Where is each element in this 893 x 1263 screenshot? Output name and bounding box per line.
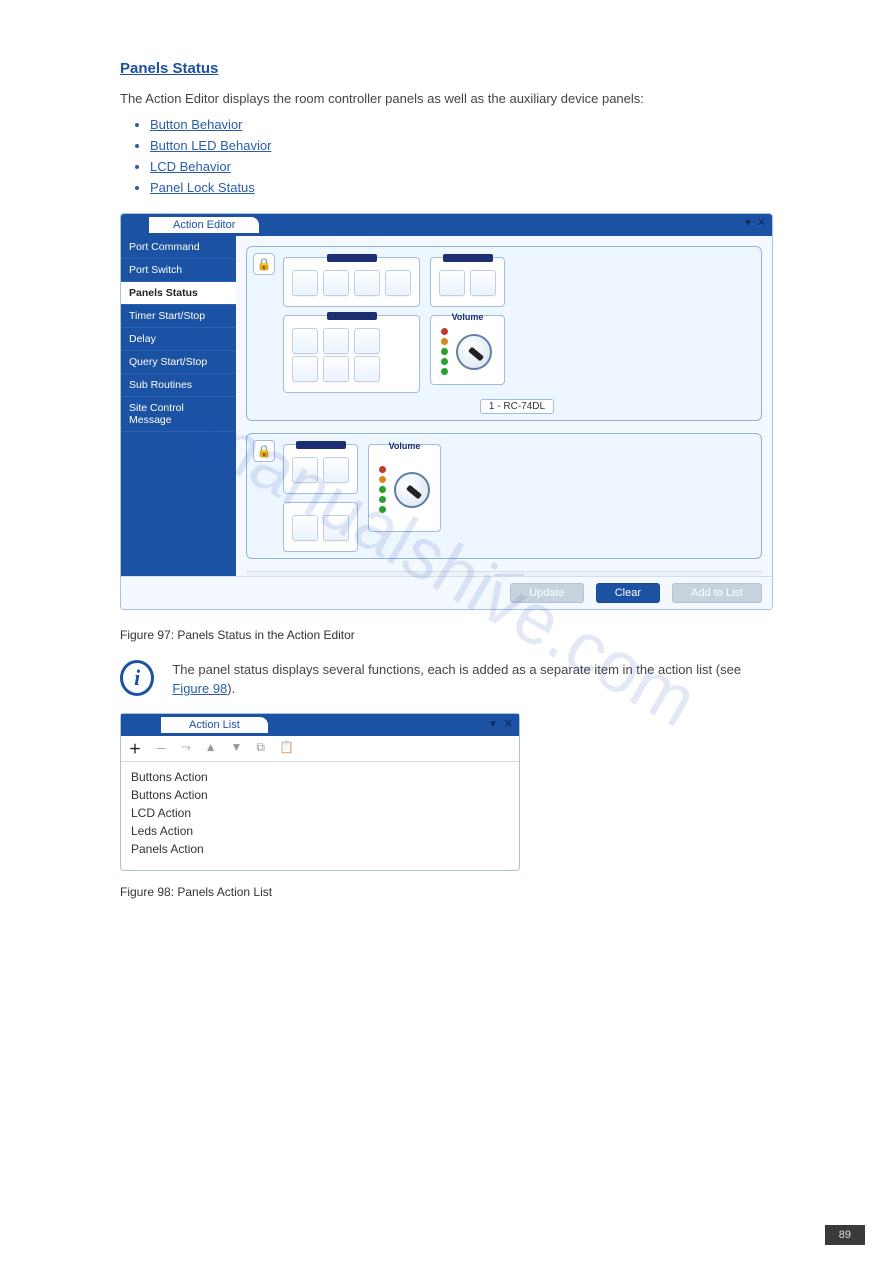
figure-98-caption: Figure 98: Panels Action List — [120, 885, 773, 899]
sidebar-item-subroutines[interactable]: Sub Routines — [121, 374, 236, 397]
info-note-text: The panel status displays several functi… — [172, 662, 741, 677]
action-editor-tab: Action Editor — [149, 217, 259, 233]
section-heading: Panels Status — [120, 60, 773, 77]
page-number: 89 — [825, 1225, 865, 1245]
info-note-tail: ). — [227, 681, 235, 696]
panel-button[interactable] — [354, 328, 380, 354]
panel-button[interactable] — [323, 457, 349, 483]
panel-button[interactable] — [292, 515, 318, 541]
sidebar-item-delay[interactable]: Delay — [121, 328, 236, 351]
button-group-e — [283, 502, 358, 552]
device-1-frame: 🔒 — [246, 246, 762, 421]
led-orange-icon — [441, 338, 448, 345]
action-list-toolbar: ＋ － ⤳ ▲ ▼ ⧉ 📋 — [121, 736, 519, 762]
scroll-right-icon[interactable]: ▸ — [748, 573, 760, 576]
figure-98-link[interactable]: Figure 98 — [172, 681, 227, 696]
copy-icon[interactable]: ⧉ — [256, 740, 265, 757]
link-panel-lock-status[interactable]: Panel Lock Status — [150, 180, 773, 195]
device-2-frame: 🔒 — [246, 433, 762, 559]
intro-text: The Action Editor displays the room cont… — [120, 89, 773, 109]
action-list-window: Action List ▾ ✕ ＋ － ⤳ ▲ ▼ ⧉ 📋 Buttons Ac… — [120, 713, 520, 871]
button-group-c — [430, 257, 505, 307]
volume-panel-2: Volume — [368, 444, 441, 532]
button-group-a — [283, 257, 420, 307]
scroll-left-icon[interactable]: ◂ — [248, 573, 260, 576]
sidebar-item-timer[interactable]: Timer Start/Stop — [121, 305, 236, 328]
panel-button[interactable] — [292, 328, 318, 354]
volume-panel: Volume — [430, 315, 505, 385]
action-editor-titlebar: Action Editor ▾ ✕ — [121, 214, 772, 236]
led-green-icon — [379, 506, 386, 513]
link-button-led-behavior[interactable]: Button LED Behavior — [150, 138, 773, 153]
led-green-icon — [441, 368, 448, 375]
link-button-behavior[interactable]: Button Behavior — [150, 117, 773, 132]
panel-button[interactable] — [439, 270, 465, 296]
update-button[interactable]: Update — [510, 583, 583, 603]
panel-button[interactable] — [292, 270, 318, 296]
panel-button[interactable] — [354, 356, 380, 382]
add-to-list-button[interactable]: Add to List — [672, 583, 762, 603]
lock-icon[interactable]: 🔒 — [253, 253, 275, 275]
link-lcd-behavior[interactable]: LCD Behavior — [150, 159, 773, 174]
list-item[interactable]: Buttons Action — [131, 768, 509, 786]
led-green-icon — [379, 496, 386, 503]
button-group-b — [283, 315, 420, 393]
action-list-tab: Action List — [161, 717, 268, 733]
editor-button-row: Update Clear Add to List — [121, 576, 772, 609]
button-group-d — [283, 444, 358, 494]
remove-icon[interactable]: － — [155, 740, 167, 757]
list-item[interactable]: Buttons Action — [131, 786, 509, 804]
paste-icon[interactable]: 📋 — [279, 740, 294, 757]
action-list-body: Buttons Action Buttons Action LCD Action… — [121, 762, 519, 870]
close-icon[interactable]: ✕ — [757, 216, 766, 229]
list-item[interactable]: LCD Action — [131, 804, 509, 822]
list-item[interactable]: Leds Action — [131, 822, 509, 840]
horizontal-scrollbar[interactable]: ◂ ▸ — [246, 571, 762, 576]
panel-button[interactable] — [323, 270, 349, 296]
sidebar-item-panels-status[interactable]: Panels Status — [121, 282, 236, 305]
scroll-thumb[interactable] — [494, 574, 524, 576]
panel-button[interactable] — [354, 270, 380, 296]
info-note-row: i The panel status displays several func… — [120, 660, 773, 699]
volume-knob[interactable] — [456, 334, 492, 370]
panel-button[interactable] — [470, 270, 496, 296]
panel-button[interactable] — [323, 515, 349, 541]
action-editor-sidebar: Port Command Port Switch Panels Status T… — [121, 236, 236, 576]
sidebar-item-port-command[interactable]: Port Command — [121, 236, 236, 259]
led-orange-icon — [379, 476, 386, 483]
move-up-icon[interactable]: ▲ — [205, 740, 217, 757]
move-down-icon[interactable]: ▼ — [231, 740, 243, 757]
panel-button[interactable] — [323, 356, 349, 382]
sidebar-item-site-control[interactable]: Site Control Message — [121, 397, 236, 432]
panel-button[interactable] — [292, 356, 318, 382]
minimize-icon[interactable]: ▾ — [490, 717, 496, 730]
led-green-icon — [379, 486, 386, 493]
led-green-icon — [441, 358, 448, 365]
minimize-icon[interactable]: ▾ — [745, 216, 751, 229]
led-red-icon — [379, 466, 386, 473]
sidebar-item-query[interactable]: Query Start/Stop — [121, 351, 236, 374]
volume-knob[interactable] — [394, 472, 430, 508]
action-editor-canvas: 🔒 — [236, 236, 772, 576]
device-caption: 1 - RC-74DL — [480, 399, 554, 414]
volume-label: Volume — [452, 312, 484, 322]
action-editor-window: Action Editor ▾ ✕ Port Command Port Swit… — [120, 213, 773, 610]
skip-icon[interactable]: ⤳ — [181, 740, 191, 757]
action-list-titlebar: Action List ▾ ✕ — [121, 714, 519, 736]
panel-button[interactable] — [292, 457, 318, 483]
list-item[interactable]: Panels Action — [131, 840, 509, 858]
panel-button[interactable] — [323, 328, 349, 354]
info-icon: i — [120, 660, 154, 696]
led-green-icon — [441, 348, 448, 355]
panel-button[interactable] — [385, 270, 411, 296]
section-links: Button Behavior Button LED Behavior LCD … — [150, 117, 773, 195]
add-icon[interactable]: ＋ — [129, 740, 141, 757]
sidebar-item-port-switch[interactable]: Port Switch — [121, 259, 236, 282]
clear-button[interactable]: Clear — [596, 583, 660, 603]
lock-icon[interactable]: 🔒 — [253, 440, 275, 462]
volume-label: Volume — [389, 441, 421, 451]
led-red-icon — [441, 328, 448, 335]
figure-97-caption: Figure 97: Panels Status in the Action E… — [120, 628, 773, 642]
close-icon[interactable]: ✕ — [504, 717, 513, 730]
